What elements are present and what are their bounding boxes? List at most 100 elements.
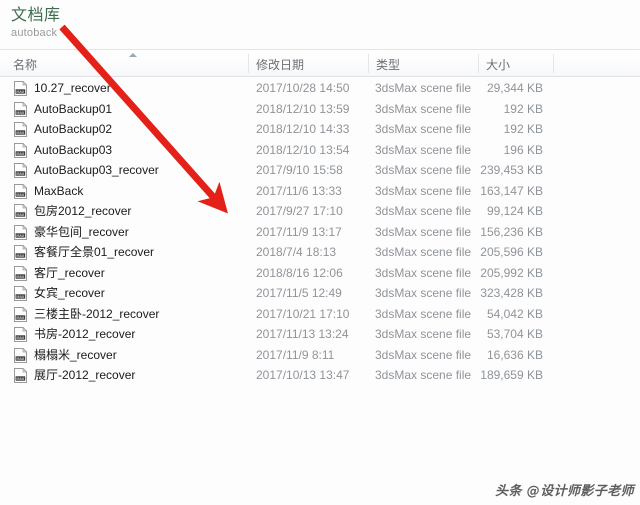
max-file-icon: MAX <box>14 204 28 219</box>
svg-text:MAX: MAX <box>16 254 25 258</box>
file-size: 192 KB <box>503 122 543 136</box>
svg-text:MAX: MAX <box>16 131 25 135</box>
watermark-text: 头条 @设计师影子老师 <box>495 484 634 499</box>
column-header-name[interactable]: 名称 <box>13 56 37 73</box>
file-name: 三楼主卧-2012_recover <box>34 306 160 321</box>
column-divider[interactable] <box>478 54 479 73</box>
file-name: 榻榻米_recover <box>34 347 117 362</box>
file-size: 189,659 KB <box>480 368 543 382</box>
svg-text:MAX: MAX <box>16 213 25 217</box>
file-date-modified: 2017/11/13 13:24 <box>256 327 349 341</box>
svg-text:MAX: MAX <box>16 356 25 360</box>
table-row[interactable]: MAX 展厅-2012_recover 2017/10/13 13:47 3dsMax… <box>0 365 640 386</box>
file-size: 53,704 KB <box>486 327 543 341</box>
file-name: AutoBackup02 <box>34 122 113 136</box>
file-date-modified: 2018/12/10 13:54 <box>256 142 350 157</box>
file-date-modified: 2017/11/6 13:33 <box>256 183 342 198</box>
file-size: 99,124 KB <box>486 204 543 218</box>
file-name: AutoBackup03_recover <box>34 163 159 177</box>
svg-text:MAX: MAX <box>16 315 25 319</box>
file-name: 女宾_recover <box>34 286 105 300</box>
svg-text:MAX: MAX <box>16 90 25 94</box>
file-date-modified: 2017/9/10 15:58 <box>256 163 343 177</box>
svg-text:MAX: MAX <box>16 336 25 340</box>
file-date-modified: 2018/12/10 14:33 <box>256 122 350 136</box>
file-size: 205,596 KB <box>480 245 543 259</box>
file-name: 豪华包间_recover <box>34 224 129 239</box>
max-file-icon: MAX <box>14 265 28 281</box>
file-date-modified: 2017/10/28 14:50 <box>256 81 350 95</box>
table-row[interactable]: MAX AutoBackup03 2018/12/10 13:54 3dsMax sc… <box>0 140 640 161</box>
max-file-icon: MAX <box>14 101 28 117</box>
max-file-icon: MAX <box>14 347 28 363</box>
library-subtitle: autoback <box>11 27 58 39</box>
svg-text:MAX: MAX <box>16 295 25 299</box>
max-file-icon: MAX <box>14 286 28 301</box>
column-header-size[interactable]: 大小 <box>486 56 510 73</box>
max-file-icon: MAX <box>14 183 28 199</box>
column-header-date-modified[interactable]: 修改日期 <box>256 56 304 73</box>
file-size: 163,147 KB <box>480 183 543 198</box>
file-size: 16,636 KB <box>486 347 543 362</box>
file-name: 书房-2012_recover <box>34 327 136 341</box>
svg-text:MAX: MAX <box>16 274 25 278</box>
file-name: AutoBackup01 <box>34 101 113 116</box>
table-row[interactable]: MAX AutoBackup02 2018/12/10 14:33 3dsMax sc… <box>0 119 640 140</box>
file-date-modified: 2017/11/5 12:49 <box>256 286 342 300</box>
svg-text:MAX: MAX <box>16 192 25 196</box>
table-row[interactable]: MAX 客餐厅全景01_recover 2018/7/4 18:13 3dsMax s… <box>0 242 640 263</box>
file-name: MaxBack <box>34 183 84 198</box>
file-list: MAX 10.27_recover 2017/10/28 14:50 3dsMax s… <box>0 78 640 386</box>
column-header-bar: 名称 修改日期 类型 大小 <box>0 49 640 77</box>
column-divider[interactable] <box>553 54 554 73</box>
file-date-modified: 2018/8/16 12:06 <box>256 265 343 280</box>
max-file-icon: MAX <box>14 122 28 137</box>
file-name: 展厅-2012_recover <box>34 368 136 382</box>
file-size: 54,042 KB <box>486 306 543 321</box>
file-size: 192 KB <box>503 101 543 116</box>
file-name: 包房2012_recover <box>34 204 132 218</box>
file-date-modified: 2018/7/4 18:13 <box>256 245 337 259</box>
table-row[interactable]: MAX 女宾_recover 2017/11/5 12:49 3dsMax scene… <box>0 283 640 304</box>
table-row[interactable]: MAX 10.27_recover 2017/10/28 14:50 3dsMax s… <box>0 78 640 99</box>
max-file-icon: MAX <box>14 163 28 178</box>
file-date-modified: 2018/12/10 13:59 <box>256 101 350 116</box>
column-header-type[interactable]: 类型 <box>376 56 400 73</box>
table-row[interactable]: MAX 客厅_recover 2018/8/16 12:06 3dsMax scene… <box>0 263 640 284</box>
table-row[interactable]: MAX MaxBack 2017/11/6 13:33 3dsMax scene fi… <box>0 181 640 202</box>
file-size: 196 KB <box>503 142 543 157</box>
table-row[interactable]: MAX 榻榻米_recover 2017/11/9 8:11 3dsMax scene… <box>0 345 640 366</box>
svg-text:MAX: MAX <box>16 110 25 114</box>
table-row[interactable]: MAX 包房2012_recover 2017/9/27 17:10 3dsMax s… <box>0 201 640 222</box>
table-row[interactable]: MAX 书房-2012_recover 2017/11/13 13:24 3dsMax… <box>0 324 640 345</box>
sort-ascending-icon <box>129 53 137 57</box>
file-size: 323,428 KB <box>480 286 543 300</box>
library-header: 文档库 autoback <box>0 0 640 48</box>
file-name: AutoBackup03 <box>34 142 113 157</box>
file-name: 客厅_recover <box>34 265 105 280</box>
file-size: 239,453 KB <box>480 163 543 177</box>
page-title: 文档库 <box>11 7 61 24</box>
file-size: 29,344 KB <box>486 81 543 95</box>
svg-text:MAX: MAX <box>16 151 25 155</box>
column-divider[interactable] <box>368 54 369 73</box>
table-row[interactable]: MAX 三楼主卧-2012_recover 2017/10/21 17:10 3dsM… <box>0 304 640 325</box>
file-date-modified: 2017/10/21 17:10 <box>256 306 350 321</box>
max-file-icon: MAX <box>14 306 28 322</box>
file-name: 10.27_recover <box>34 81 111 95</box>
max-file-icon: MAX <box>14 142 28 158</box>
file-name: 客餐厅全景01_recover <box>34 245 155 259</box>
table-row[interactable]: MAX AutoBackup03_recover 2017/9/10 15:58 3d… <box>0 160 640 181</box>
table-row[interactable]: MAX 豪华包间_recover 2017/11/9 13:17 3dsMax sce… <box>0 222 640 243</box>
max-file-icon: MAX <box>14 368 28 383</box>
svg-text:MAX: MAX <box>16 233 25 237</box>
file-date-modified: 2017/10/13 13:47 <box>256 368 350 382</box>
column-divider[interactable] <box>248 54 249 73</box>
file-size: 156,236 KB <box>480 224 543 239</box>
file-date-modified: 2017/11/9 13:17 <box>256 224 342 239</box>
max-file-icon: MAX <box>14 81 28 96</box>
svg-text:MAX: MAX <box>16 172 25 176</box>
max-file-icon: MAX <box>14 224 28 240</box>
table-row[interactable]: MAX AutoBackup01 2018/12/10 13:59 3dsMax sc… <box>0 99 640 120</box>
explorer-window: 文档库 autoback 名称 修改日期 类型 大小 MAX 10.27_reco… <box>0 0 640 505</box>
